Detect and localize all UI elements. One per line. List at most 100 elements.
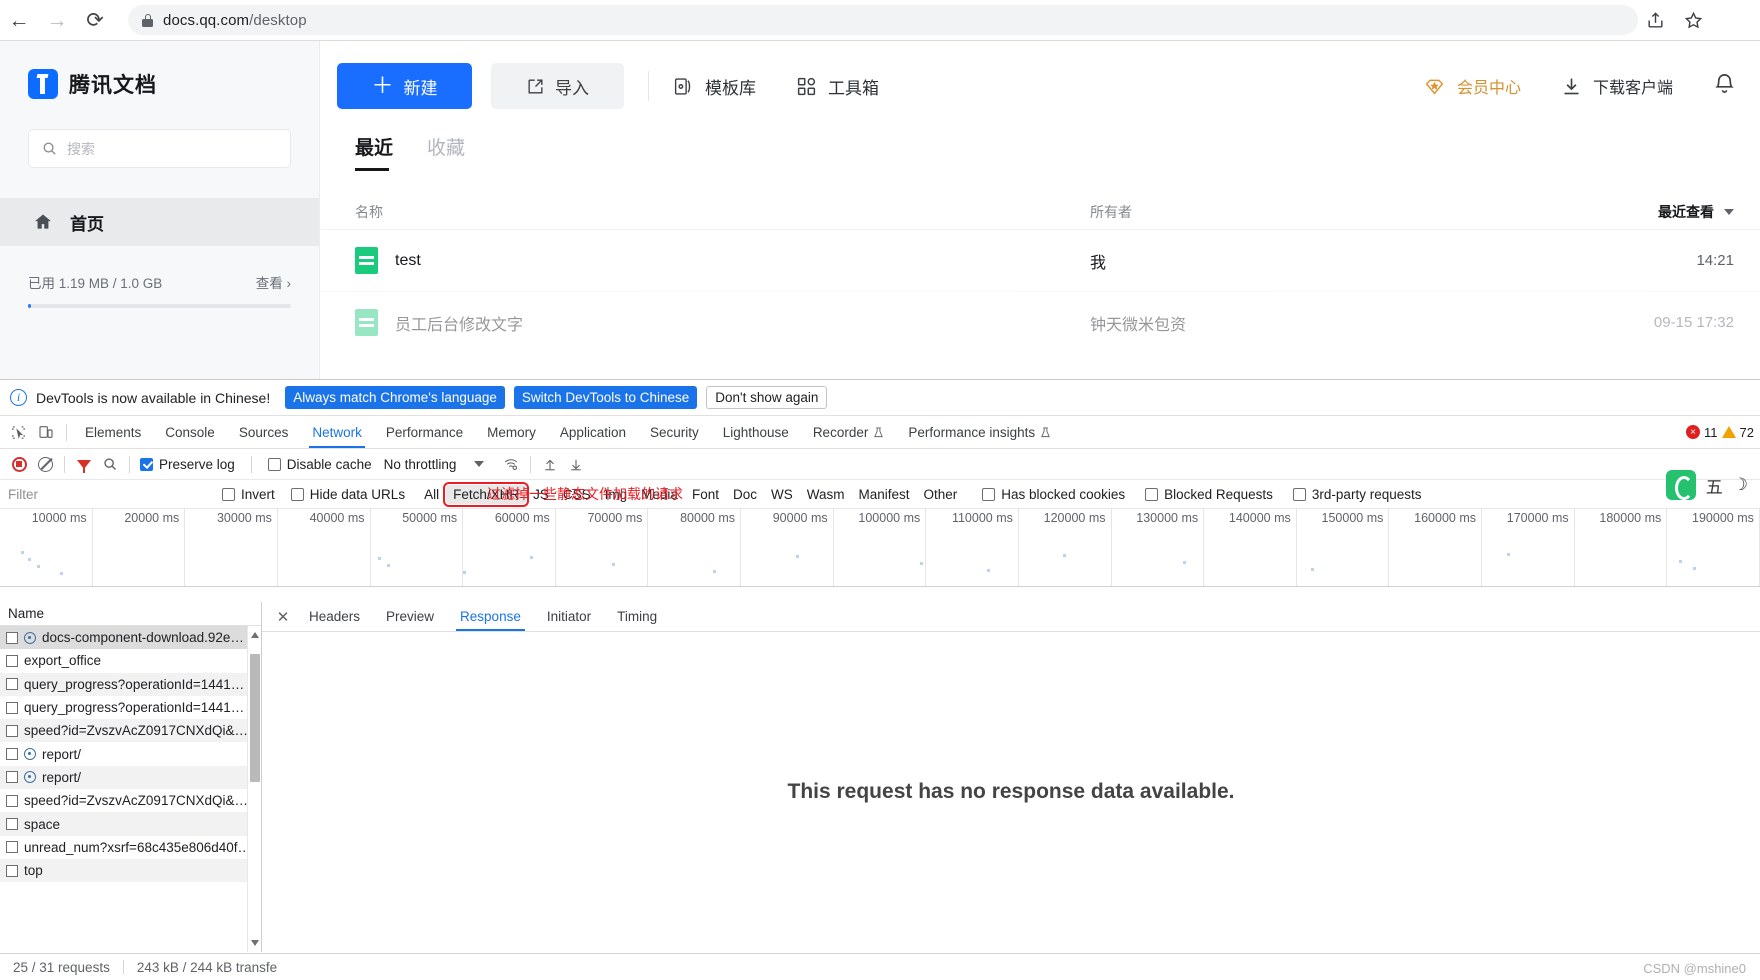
tab-console[interactable]: Console <box>153 416 227 448</box>
search-icon[interactable] <box>97 451 123 477</box>
device-toolbar-icon[interactable] <box>32 418 60 446</box>
clear-icon[interactable] <box>32 451 58 477</box>
detail-tab-preview[interactable]: Preview <box>373 602 447 631</box>
close-icon[interactable]: ✕ <box>270 604 296 630</box>
request-row[interactable]: docs-component-download.92e… <box>0 626 261 650</box>
request-list-header[interactable]: Name <box>0 602 261 626</box>
request-list-scrollbar[interactable] <box>247 626 261 952</box>
storage-view-link[interactable]: 查看 › <box>256 272 291 292</box>
tab-sources[interactable]: Sources <box>227 416 301 448</box>
import-har-icon[interactable] <box>537 451 563 477</box>
preserve-log-checkbox[interactable]: Preserve log <box>140 457 235 472</box>
detail-tab-headers[interactable]: Headers <box>296 602 373 631</box>
scroll-up-icon[interactable] <box>251 632 259 638</box>
detail-tab-response[interactable]: Response <box>447 602 534 631</box>
filter-type-doc[interactable]: Doc <box>726 485 764 504</box>
tab-performance-insights[interactable]: Performance insights <box>896 416 1063 448</box>
detail-content: This request has no response data availa… <box>262 632 1760 952</box>
address-bar[interactable]: docs.qq.com/desktop <box>128 5 1638 35</box>
hide-data-urls-checkbox[interactable]: Hide data URLs <box>290 487 405 502</box>
network-conditions-icon[interactable] <box>498 451 524 477</box>
has-blocked-cookies-checkbox[interactable]: Has blocked cookies <box>982 487 1125 502</box>
detail-tab-initiator[interactable]: Initiator <box>534 602 604 631</box>
reload-icon[interactable]: ⟳ <box>76 1 114 39</box>
request-row[interactable]: top <box>0 858 261 883</box>
tab-lighthouse[interactable]: Lighthouse <box>711 416 801 448</box>
request-checkbox[interactable] <box>6 841 18 854</box>
back-arrow-icon[interactable]: ← <box>0 1 38 39</box>
sogou-ime-indicator[interactable]: 五 ☽ <box>1665 470 1748 500</box>
tab-security[interactable]: Security <box>638 416 711 448</box>
request-checkbox[interactable] <box>6 771 18 784</box>
download-client-link[interactable]: 下载客户端 <box>1561 74 1673 98</box>
scroll-down-icon[interactable] <box>251 940 259 946</box>
new-button[interactable]: ＋ 新建 <box>337 63 472 109</box>
template-library-link[interactable]: 模板库 <box>673 74 756 99</box>
request-checkbox[interactable] <box>6 654 18 667</box>
scrollbar-thumb[interactable] <box>250 654 260 782</box>
filter-type-manifest[interactable]: Manifest <box>851 485 916 504</box>
request-row[interactable]: export_office <box>0 649 261 672</box>
request-checkbox[interactable] <box>6 794 18 807</box>
filter-type-other[interactable]: Other <box>917 485 965 504</box>
tab-recent[interactable]: 最近 <box>355 133 393 171</box>
request-checkbox[interactable] <box>6 631 18 644</box>
request-checkbox[interactable] <box>6 701 18 714</box>
filter-type-all[interactable]: All <box>417 485 446 504</box>
vip-center-link[interactable]: 会员中心 <box>1423 74 1521 98</box>
request-name: top <box>24 863 43 879</box>
import-button[interactable]: 导入 <box>491 63 624 109</box>
error-count-badge[interactable]: × 11 <box>1686 425 1718 440</box>
warning-count-badge[interactable]: 72 <box>1721 425 1754 440</box>
tab-application[interactable]: Application <box>548 416 638 448</box>
funnel-icon[interactable] <box>71 451 97 477</box>
request-row[interactable]: speed?id=ZvszvAcZ0917CNXdQi&… <box>0 789 261 812</box>
table-row[interactable]: test 我 14:21 <box>321 229 1760 291</box>
switch-to-chinese-button[interactable]: Switch DevTools to Chinese <box>513 386 698 409</box>
request-checkbox[interactable] <box>6 818 18 831</box>
request-row[interactable]: speed?id=ZvszvAcZ0917CNXdQi&… <box>0 719 261 743</box>
tab-memory[interactable]: Memory <box>475 416 548 448</box>
tab-recorder[interactable]: Recorder <box>801 416 897 448</box>
dont-show-again-button[interactable]: Don't show again <box>706 386 828 409</box>
request-row[interactable]: report/ <box>0 765 261 790</box>
request-checkbox[interactable] <box>6 864 18 877</box>
inspect-element-icon[interactable] <box>4 418 32 446</box>
invert-checkbox[interactable]: Invert <box>222 487 275 502</box>
service-worker-icon <box>24 631 36 644</box>
tab-favorites[interactable]: 收藏 <box>427 133 465 171</box>
blocked-requests-checkbox[interactable]: Blocked Requests <box>1145 487 1273 502</box>
tab-network[interactable]: Network <box>300 416 374 448</box>
sidebar-item-home[interactable]: 首页 <box>0 198 319 246</box>
request-row[interactable]: query_progress?operationId=1441… <box>0 696 261 719</box>
table-row[interactable]: 员工后台修改文字 钟天微米包资 09-15 17:32 <box>321 291 1760 353</box>
request-row[interactable]: unread_num?xsrf=68c435e806d40f… <box>0 836 261 859</box>
filter-type-wasm[interactable]: Wasm <box>800 485 852 504</box>
throttling-select[interactable]: No throttling <box>384 457 485 472</box>
request-row[interactable]: space <box>0 812 261 836</box>
request-checkbox[interactable] <box>6 748 18 761</box>
request-row[interactable]: query_progress?operationId=1441… <box>0 672 261 696</box>
third-party-requests-checkbox[interactable]: 3rd-party requests <box>1292 487 1421 502</box>
request-checkbox[interactable] <box>6 678 18 691</box>
detail-tab-timing[interactable]: Timing <box>604 602 670 631</box>
tab-performance[interactable]: Performance <box>374 416 475 448</box>
search-input[interactable]: 搜索 <box>28 129 291 168</box>
share-icon[interactable] <box>1638 3 1672 37</box>
request-checkbox[interactable] <box>6 724 18 737</box>
filter-type-ws[interactable]: WS <box>764 485 800 504</box>
always-match-language-button[interactable]: Always match Chrome's language <box>285 386 505 409</box>
request-row[interactable]: report/ <box>0 742 261 765</box>
filter-type-font[interactable]: Font <box>685 485 726 504</box>
network-overview-timeline[interactable]: 10000 ms 20000 ms 30000 ms 40000 ms 50000 ms… <box>0 509 1760 587</box>
toolbox-link[interactable]: 工具箱 <box>796 74 879 99</box>
record-stop-icon[interactable] <box>6 451 32 477</box>
forward-arrow-icon[interactable]: → <box>38 1 76 39</box>
column-header-date[interactable]: 最近查看 <box>1490 202 1760 222</box>
bell-icon[interactable] <box>1713 72 1736 100</box>
filter-input[interactable]: Filter <box>0 487 212 502</box>
disable-cache-checkbox[interactable]: Disable cache <box>267 457 372 472</box>
star-icon[interactable] <box>1676 3 1710 37</box>
tab-elements[interactable]: Elements <box>73 416 153 448</box>
export-har-icon[interactable] <box>563 451 589 477</box>
